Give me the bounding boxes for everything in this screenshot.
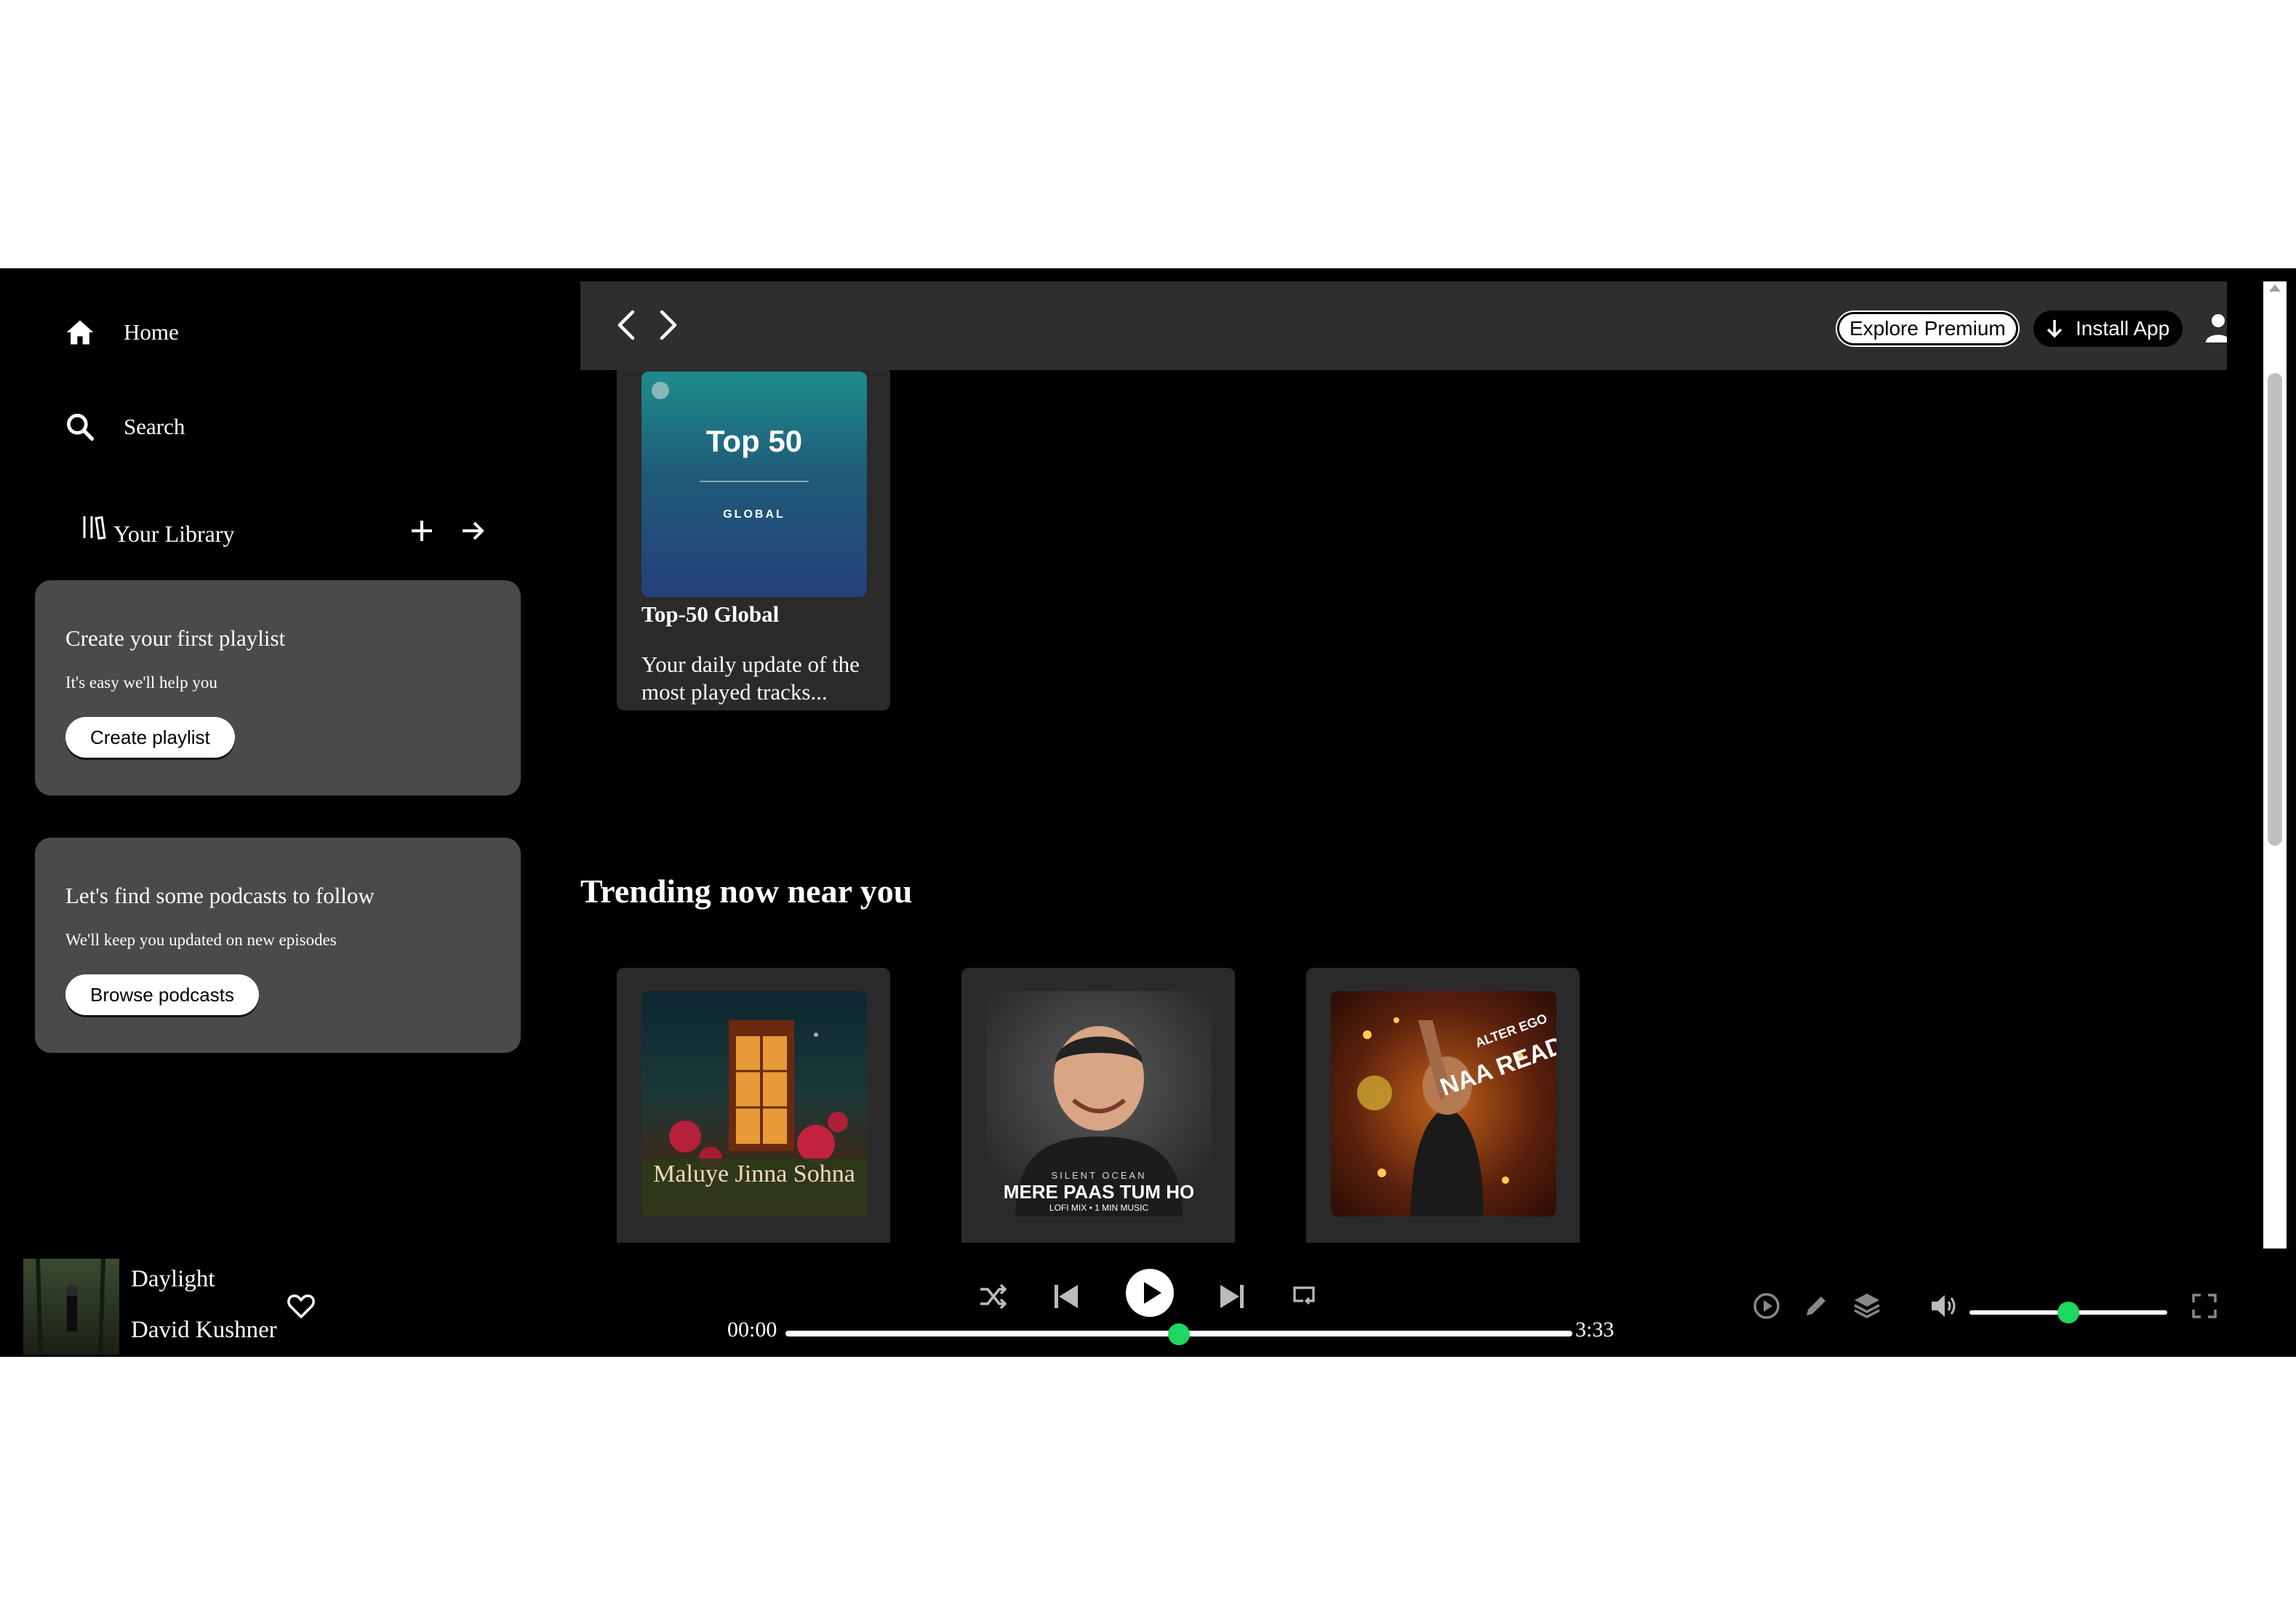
volume-knob[interactable] — [2057, 1302, 2079, 1323]
install-app-label: Install App — [2076, 317, 2170, 340]
playlist-card-top50[interactable]: Top 50 GLOBAL Top-50 Global Your daily u… — [617, 345, 890, 710]
scroll-up-icon[interactable] — [2263, 281, 2287, 296]
top-bar: Explore Premium Install App — [580, 281, 2227, 370]
now-playing-artist[interactable]: David Kushner — [131, 1317, 277, 1344]
trending-card-3[interactable]: ALTER EGO NAA READY — [1306, 968, 1580, 1243]
progress-knob[interactable] — [1168, 1323, 1190, 1345]
spotify-logo-icon — [652, 382, 669, 399]
now-playing-title[interactable]: Daylight — [131, 1266, 215, 1293]
trending-cover-2-text: MERE PAAS TUM HO — [1004, 1181, 1194, 1203]
now-playing-view-icon[interactable] — [1751, 1291, 1782, 1321]
create-playlist-button[interactable]: Create playlist — [65, 717, 235, 758]
nav-search[interactable]: Search — [64, 411, 185, 443]
browse-podcasts-button[interactable]: Browse podcasts — [65, 974, 259, 1015]
movie-poster-image: ALTER EGO NAA READY — [1357, 1011, 1556, 1217]
top50-card-title: Top-50 Global — [641, 601, 780, 627]
podcasts-title: Let's find some podcasts to follow — [65, 883, 375, 908]
next-icon[interactable] — [1217, 1281, 1247, 1313]
album-art-image — [23, 1259, 119, 1355]
trending-cover-2-sub: LOFI MIX • 1 MIN MUSIC — [1049, 1203, 1149, 1213]
search-icon — [67, 414, 95, 441]
trending-cover-3: ALTER EGO NAA READY — [1331, 991, 1556, 1217]
top50-cover-subtitle: GLOBAL — [723, 508, 785, 521]
section-title: Trending now near you — [580, 873, 913, 910]
create-playlist-title: Create your first playlist — [65, 625, 286, 651]
main-content[interactable]: Explore Premium Install App Top 50 GLOBA… — [580, 281, 2227, 1243]
volume-icon[interactable] — [1929, 1291, 1959, 1321]
top50-card-description: Your daily update of the most played tra… — [641, 652, 860, 705]
back-arrow-icon[interactable] — [611, 303, 643, 347]
trending-cover-1: Maluye Jinna Sohna — [641, 991, 867, 1217]
trending-cover-1-text: Maluye Jinna Sohna — [653, 1161, 855, 1187]
play-button[interactable] — [1124, 1267, 1175, 1318]
current-time: 00:00 — [727, 1318, 777, 1342]
repeat-icon[interactable] — [1290, 1282, 1319, 1311]
shuffle-icon[interactable] — [977, 1281, 1009, 1313]
cover-divider — [700, 481, 809, 482]
top50-cover-title: Top 50 — [705, 424, 803, 458]
previous-icon[interactable] — [1052, 1281, 1081, 1313]
fullscreen-icon[interactable] — [2189, 1291, 2220, 1321]
user-icon[interactable] — [2204, 312, 2227, 344]
queue-layers-icon[interactable] — [1852, 1291, 1882, 1321]
podcasts-subtitle: We'll keep you updated on new episodes — [65, 931, 337, 949]
total-time: 3:33 — [1575, 1318, 1615, 1342]
singer-portrait-image: SILENT OCEAN MERE PAAS TUM HO LOFI MIX •… — [1004, 1026, 1194, 1217]
lyrics-pencil-icon[interactable] — [1801, 1291, 1831, 1321]
scroll-thumb[interactable] — [2268, 373, 2282, 846]
trending-cover-2: SILENT OCEAN MERE PAAS TUM HO LOFI MIX •… — [986, 991, 1212, 1217]
trending-card-1[interactable]: Maluye Jinna Sohna — [617, 968, 890, 1243]
nav-home[interactable]: Home — [64, 316, 179, 348]
nav-search-label: Search — [124, 414, 185, 439]
trending-card-2[interactable]: SILENT OCEAN MERE PAAS TUM HO LOFI MIX •… — [961, 968, 1235, 1243]
forward-arrow-icon[interactable] — [652, 303, 684, 347]
phone-booth-image: Maluye Jinna Sohna — [641, 1020, 867, 1217]
plus-icon[interactable] — [407, 516, 436, 545]
library-header: Your Library — [81, 512, 489, 556]
download-arrow-icon — [2047, 320, 2063, 338]
library-label[interactable]: Your Library — [113, 521, 235, 548]
arrow-right-icon[interactable] — [458, 516, 487, 545]
heart-icon[interactable] — [287, 1294, 316, 1320]
nav-home-label: Home — [124, 319, 179, 345]
create-playlist-card: Create your first playlist It's easy we'… — [35, 580, 521, 796]
explore-premium-button[interactable]: Explore Premium — [1837, 312, 2018, 345]
trending-cover-2-top: SILENT OCEAN — [1051, 1170, 1146, 1181]
home-icon — [66, 320, 94, 345]
app-window: Home Search Your Library Create your fir… — [0, 268, 2296, 1357]
create-playlist-subtitle: It's easy we'll help you — [65, 673, 217, 692]
library-icon[interactable] — [81, 515, 111, 541]
podcasts-card: Let's find some podcasts to follow We'll… — [35, 838, 521, 1053]
main-scrollbar[interactable] — [2263, 281, 2287, 1249]
top50-cover: Top 50 GLOBAL — [641, 372, 867, 597]
install-app-button[interactable]: Install App — [2033, 310, 2183, 347]
now-playing-cover[interactable] — [23, 1259, 119, 1355]
